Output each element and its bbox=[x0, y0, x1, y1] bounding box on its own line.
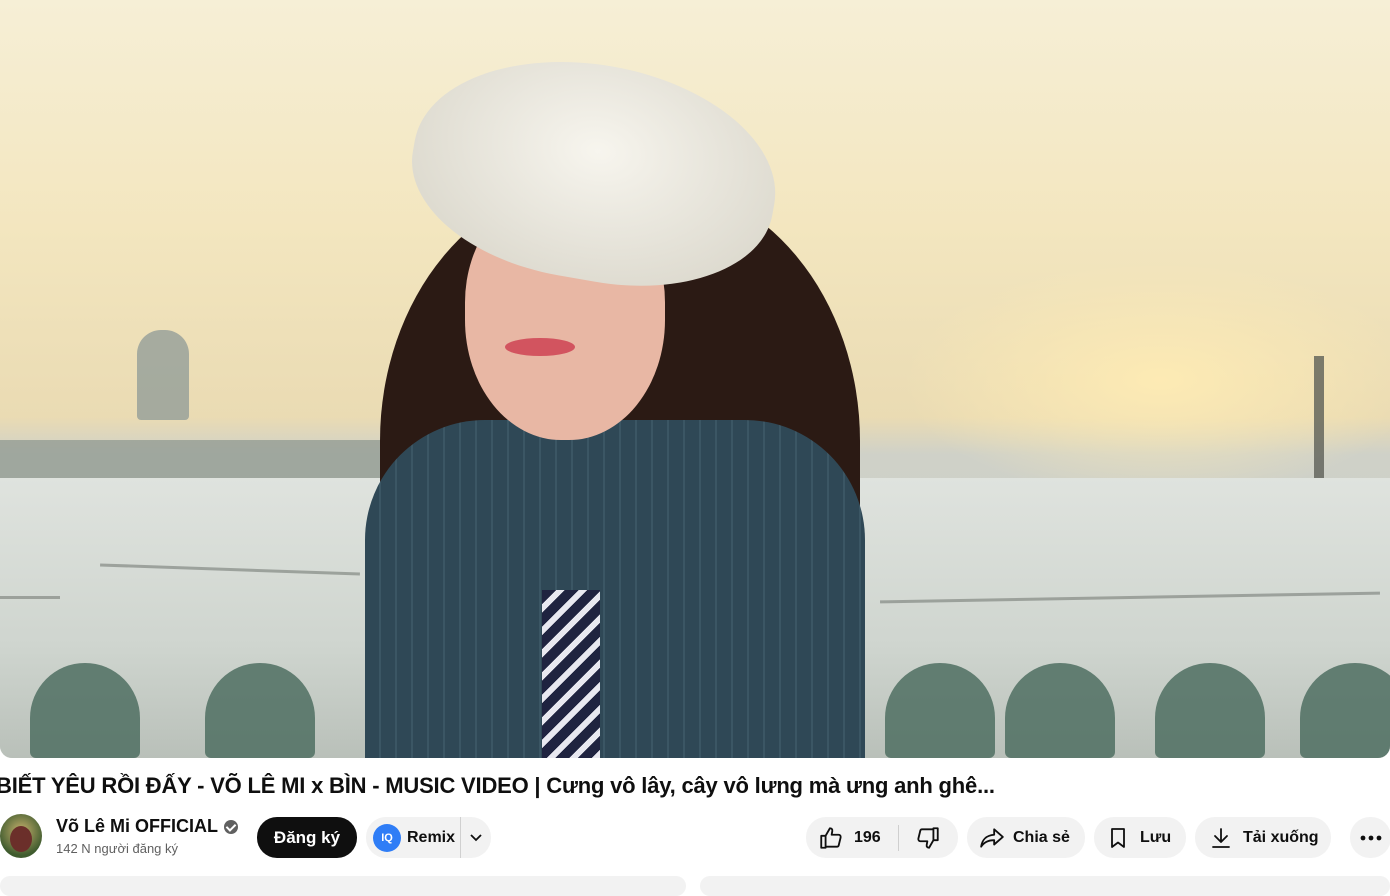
remix-dropdown-button[interactable] bbox=[461, 817, 491, 858]
person-jacket bbox=[365, 420, 865, 758]
description-card[interactable] bbox=[0, 876, 686, 896]
remix-icon: IQ bbox=[373, 823, 401, 852]
save-button[interactable]: Lưu bbox=[1094, 817, 1186, 858]
video-frame-person bbox=[360, 34, 880, 758]
remix-button[interactable]: IQ Remix bbox=[366, 817, 460, 858]
video-frame-pole bbox=[1314, 356, 1324, 486]
person-lips bbox=[505, 338, 575, 356]
subscribe-button[interactable]: Đăng ký bbox=[257, 817, 357, 858]
baluster bbox=[1005, 663, 1115, 758]
baluster bbox=[1155, 663, 1265, 758]
wall-crack bbox=[0, 596, 60, 599]
baluster bbox=[885, 663, 995, 758]
remix-button-group: IQ Remix bbox=[366, 817, 491, 858]
like-count: 196 bbox=[854, 828, 881, 846]
more-actions-button[interactable] bbox=[1350, 817, 1390, 858]
video-frame-roof bbox=[0, 440, 420, 480]
video-title-text: BIẾT YÊU RỒI ĐẤY - VÕ LÊ MI x BÌN - MUSI… bbox=[0, 773, 995, 798]
bookmark-icon bbox=[1106, 825, 1130, 851]
more-horizontal-icon bbox=[1360, 835, 1382, 841]
wall-crack bbox=[100, 563, 360, 576]
thumbs-down-icon bbox=[915, 825, 941, 851]
baluster bbox=[205, 663, 315, 758]
baluster bbox=[30, 663, 140, 758]
chevron-down-icon bbox=[470, 833, 482, 841]
wall-crack bbox=[880, 591, 1380, 604]
like-button[interactable]: 196 bbox=[806, 817, 898, 858]
channel-name-text[interactable]: Võ Lê Mi OFFICIAL bbox=[56, 816, 218, 837]
remix-label: Remix bbox=[407, 828, 456, 846]
side-card[interactable] bbox=[700, 876, 1390, 896]
share-arrow-icon bbox=[979, 825, 1005, 851]
channel-avatar[interactable] bbox=[0, 814, 42, 858]
dislike-button[interactable] bbox=[899, 817, 957, 858]
video-frame-water-tank bbox=[137, 330, 189, 420]
download-icon bbox=[1209, 825, 1233, 851]
video-title: BIẾT YÊU RỒI ĐẤY - VÕ LÊ MI x BÌN - MUSI… bbox=[0, 773, 1390, 803]
baluster bbox=[1300, 663, 1390, 758]
download-button[interactable]: Tải xuống bbox=[1195, 817, 1331, 858]
video-player[interactable] bbox=[0, 0, 1390, 758]
thumbs-up-icon bbox=[818, 825, 844, 851]
channel-name[interactable]: Võ Lê Mi OFFICIAL bbox=[56, 816, 238, 837]
like-dislike-group: 196 bbox=[806, 817, 958, 858]
verified-badge-icon bbox=[224, 819, 238, 834]
person-tie bbox=[542, 590, 600, 758]
subscriber-count: 142 N người đăng ký bbox=[56, 841, 179, 856]
share-label: Chia sẻ bbox=[1013, 828, 1070, 846]
channel-info: Võ Lê Mi OFFICIAL 142 N người đăng ký bbox=[56, 816, 238, 856]
download-label: Tải xuống bbox=[1243, 828, 1319, 846]
save-label: Lưu bbox=[1140, 828, 1172, 846]
share-button[interactable]: Chia sẻ bbox=[967, 817, 1085, 858]
